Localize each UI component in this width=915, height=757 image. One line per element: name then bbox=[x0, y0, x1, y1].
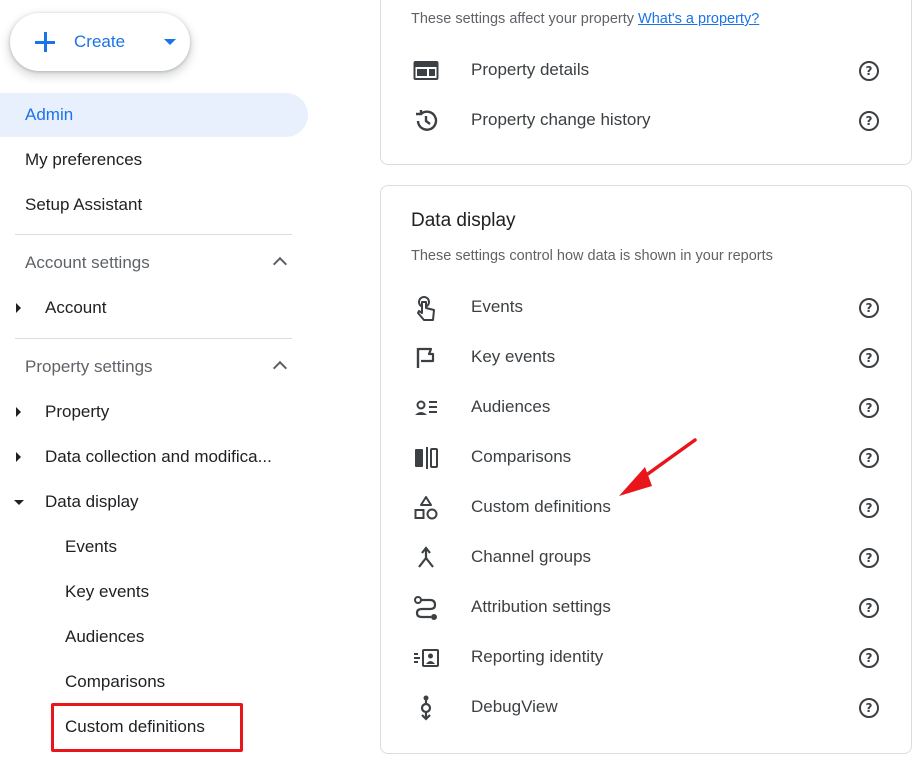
comparison-icon bbox=[415, 447, 438, 469]
tree-item-data-collection-label: Data collection and modifica... bbox=[45, 447, 272, 466]
debug-icon bbox=[420, 695, 432, 721]
property-settings-card: These settings affect your property What… bbox=[380, 0, 912, 165]
nav-my-preferences-label: My preferences bbox=[25, 150, 143, 169]
row-reporting-identity[interactable]: Reporting identity bbox=[381, 633, 911, 683]
help-icon[interactable] bbox=[859, 598, 879, 618]
help-icon[interactable] bbox=[859, 498, 879, 518]
row-label: Channel groups bbox=[471, 547, 592, 566]
help-icon[interactable] bbox=[859, 348, 879, 368]
tree-item-data-display-label: Data display bbox=[45, 492, 139, 511]
row-property-details[interactable]: Property details bbox=[381, 46, 911, 96]
property-note-text: These settings affect your property bbox=[411, 11, 634, 27]
property-settings-label: Property settings bbox=[25, 357, 153, 376]
sub-item-label: Audiences bbox=[65, 627, 145, 646]
merge-icon bbox=[418, 546, 434, 568]
chevron-up-icon bbox=[272, 256, 288, 272]
chevron-up-icon bbox=[272, 360, 288, 376]
account-settings-label: Account settings bbox=[25, 253, 150, 272]
nav-setup-assistant-label: Setup Assistant bbox=[25, 195, 143, 214]
caret-right-icon bbox=[16, 407, 21, 417]
whats-a-property-link[interactable]: What's a property? bbox=[638, 11, 759, 27]
tree-item-account[interactable]: Account bbox=[0, 286, 305, 330]
history-icon bbox=[416, 110, 438, 131]
annotation-arrow-icon bbox=[619, 438, 697, 496]
row-label: DebugView bbox=[471, 697, 558, 716]
nav-divider bbox=[15, 234, 292, 235]
touch-icon bbox=[417, 296, 435, 321]
caret-right-icon bbox=[16, 303, 21, 313]
property-card-note: These settings affect your property What… bbox=[411, 11, 759, 27]
row-label: Reporting identity bbox=[471, 647, 604, 666]
row-channel-groups[interactable]: Channel groups bbox=[381, 533, 911, 583]
row-property-change-history[interactable]: Property change history bbox=[381, 96, 911, 146]
sub-item-label: Key events bbox=[65, 582, 150, 601]
sub-item-comparisons[interactable]: Comparisons bbox=[0, 660, 305, 704]
highlight-annotation-box bbox=[51, 703, 243, 752]
help-icon[interactable] bbox=[859, 648, 879, 668]
shapes-icon bbox=[414, 496, 438, 520]
row-label: Property change history bbox=[471, 110, 651, 129]
row-label: Property details bbox=[471, 60, 590, 79]
caret-down-icon bbox=[14, 500, 24, 505]
flag-icon bbox=[416, 347, 435, 368]
nav-divider bbox=[15, 338, 292, 339]
sub-item-label: Events bbox=[65, 537, 117, 556]
help-icon[interactable] bbox=[859, 298, 879, 318]
sub-item-label: Comparisons bbox=[65, 672, 166, 691]
row-attribution-settings[interactable]: Attribution settings bbox=[381, 583, 911, 633]
tree-item-account-label: Account bbox=[45, 298, 107, 317]
nav-admin[interactable]: Admin bbox=[0, 93, 308, 137]
audience-icon bbox=[415, 400, 437, 415]
create-label: Create bbox=[74, 32, 126, 51]
tree-item-property-label: Property bbox=[45, 402, 110, 421]
row-key-events[interactable]: Key events bbox=[381, 333, 911, 383]
row-events[interactable]: Events bbox=[381, 283, 911, 333]
property-settings-header[interactable]: Property settings bbox=[0, 345, 305, 389]
help-icon[interactable] bbox=[859, 398, 879, 418]
caret-right-icon bbox=[16, 452, 21, 462]
data-display-title: Data display bbox=[411, 210, 516, 231]
sub-item-events[interactable]: Events bbox=[0, 525, 305, 569]
row-audiences[interactable]: Audiences bbox=[381, 383, 911, 433]
data-display-note: These settings control how data is shown… bbox=[411, 248, 773, 264]
help-icon[interactable] bbox=[859, 61, 879, 81]
row-label: Custom definitions bbox=[471, 497, 611, 516]
route-icon bbox=[414, 596, 437, 620]
row-label: Attribution settings bbox=[471, 597, 611, 616]
row-label: Comparisons bbox=[471, 447, 572, 466]
row-label: Key events bbox=[471, 347, 556, 366]
row-label: Audiences bbox=[471, 397, 551, 416]
tree-item-data-display[interactable]: Data display bbox=[0, 480, 305, 524]
row-debugview[interactable]: DebugView bbox=[381, 683, 911, 733]
tree-item-property[interactable]: Property bbox=[0, 390, 305, 434]
tree-item-data-collection[interactable]: Data collection and modifica... bbox=[0, 435, 305, 479]
plus-icon bbox=[33, 30, 57, 54]
help-icon[interactable] bbox=[859, 448, 879, 468]
property-details-icon bbox=[413, 61, 439, 80]
sub-item-key-events[interactable]: Key events bbox=[0, 570, 305, 614]
help-icon[interactable] bbox=[859, 111, 879, 131]
identity-icon bbox=[414, 649, 439, 667]
row-label: Events bbox=[471, 297, 523, 316]
help-icon[interactable] bbox=[859, 548, 879, 568]
nav-admin-label: Admin bbox=[25, 105, 74, 124]
create-button[interactable]: Create bbox=[10, 13, 190, 71]
caret-down-icon bbox=[164, 39, 176, 45]
sub-item-audiences[interactable]: Audiences bbox=[0, 615, 305, 659]
account-settings-header[interactable]: Account settings bbox=[0, 241, 305, 285]
help-icon[interactable] bbox=[859, 698, 879, 718]
